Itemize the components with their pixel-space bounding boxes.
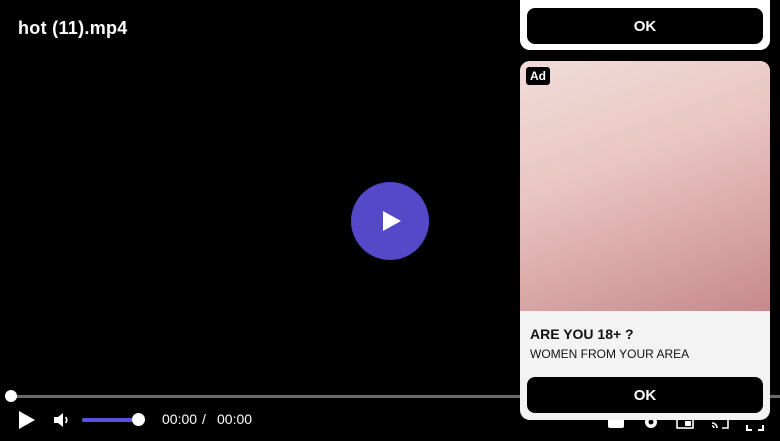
volume-slider-handle[interactable] <box>132 413 145 426</box>
video-title: hot (11).mp4 <box>18 18 128 38</box>
ad-card[interactable]: Ad ARE YOU 18+ ? WOMEN FROM YOUR AREA OK <box>520 61 770 420</box>
big-play-button[interactable] <box>351 182 429 260</box>
volume-icon <box>54 413 68 427</box>
time-separator: / <box>202 411 206 427</box>
progress-handle[interactable] <box>5 390 17 402</box>
ok-button[interactable]: OK <box>527 8 763 44</box>
play-button[interactable] <box>15 407 39 433</box>
ad-subtext[interactable]: WOMEN FROM YOUR AREA <box>530 347 689 361</box>
ad-headline[interactable]: ARE YOU 18+ ? <box>530 326 634 342</box>
volume-slider-fill <box>82 418 138 422</box>
ad-image[interactable] <box>520 61 770 311</box>
play-icon <box>19 411 35 429</box>
current-time: 00:00 <box>162 411 198 427</box>
popup-card-top: OK <box>520 0 770 50</box>
ad-ok-button[interactable]: OK <box>527 377 763 413</box>
duration: 00:00 <box>217 411 253 427</box>
play-icon <box>383 211 401 231</box>
ad-badge: Ad <box>526 67 550 85</box>
mute-button[interactable] <box>52 409 72 431</box>
